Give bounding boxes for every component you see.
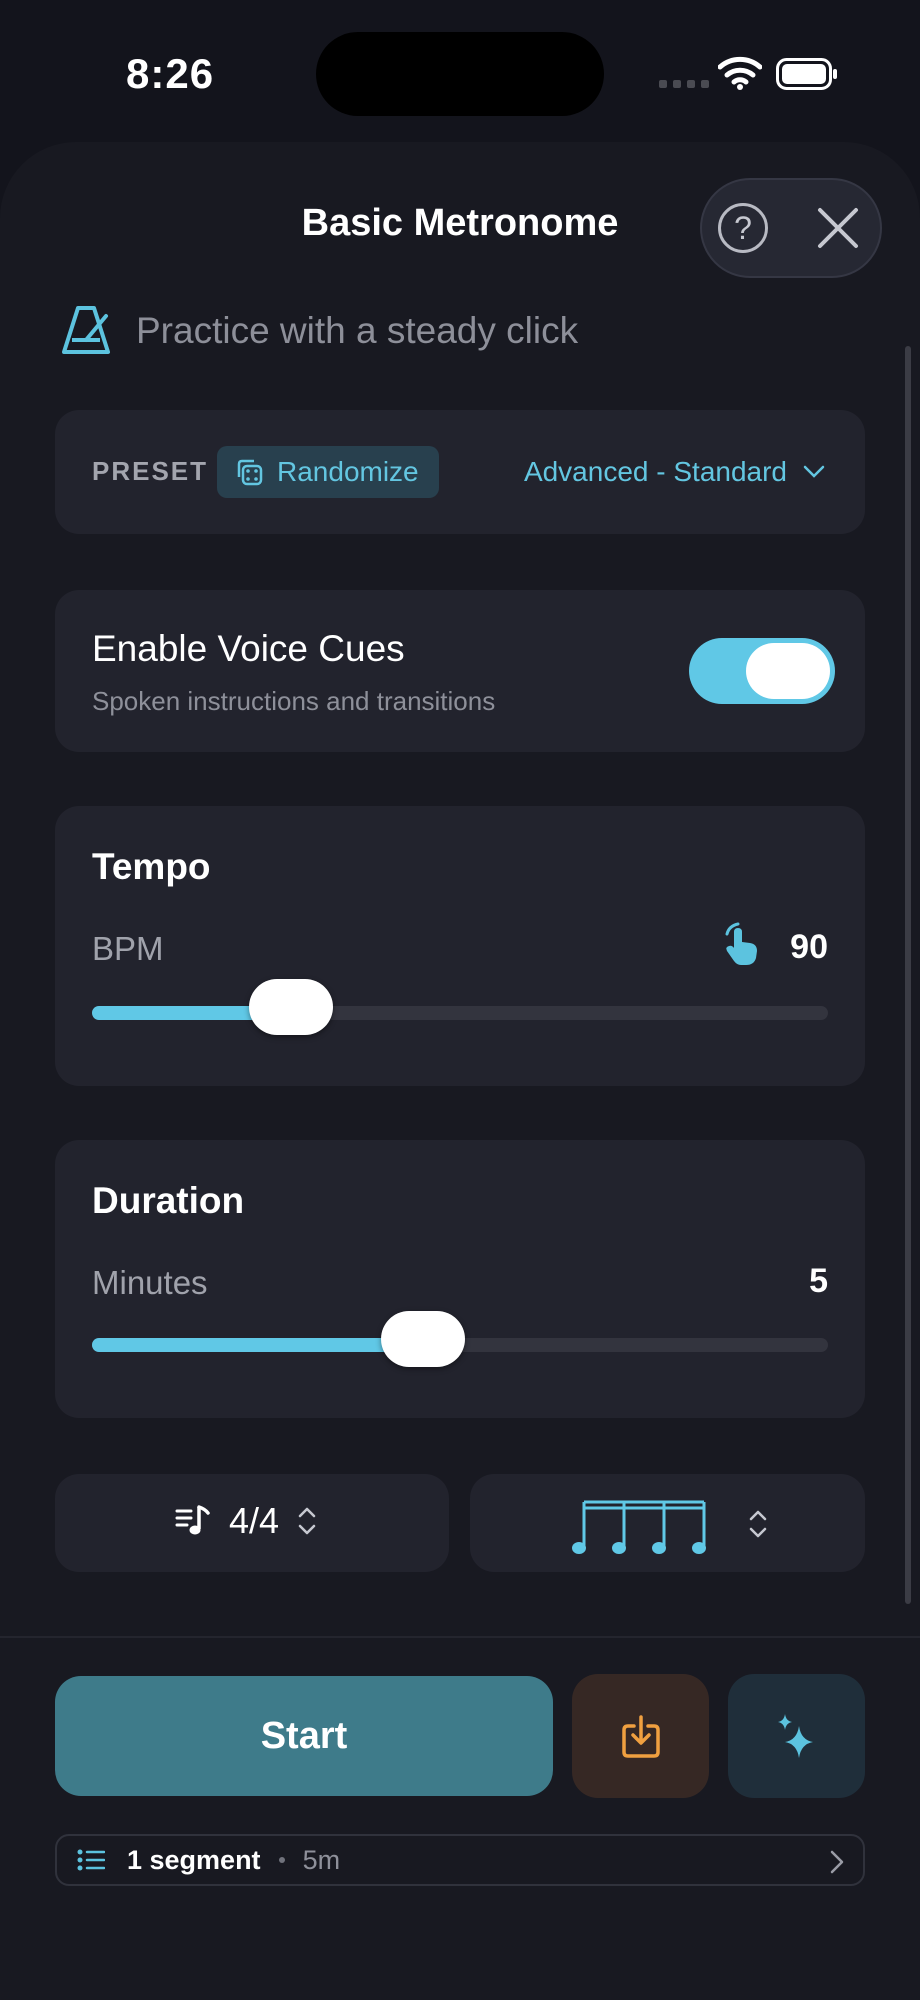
time-signature-picker[interactable]: 4/4 — [55, 1474, 449, 1572]
tempo-slider[interactable] — [92, 979, 828, 1035]
preset-label: PRESET — [92, 456, 209, 486]
page-subtitle: Practice with a steady click — [136, 310, 579, 351]
randomize-button[interactable]: Randomize — [217, 446, 439, 498]
up-down-chevron-icon — [749, 1510, 767, 1538]
wifi-icon — [718, 56, 762, 90]
toggle-knob — [746, 643, 830, 699]
preset-selected-value: Advanced - Standard — [523, 456, 787, 487]
voice-cues-card: Enable Voice Cues Spoken instructions an… — [55, 590, 865, 752]
tempo-slider-thumb[interactable] — [248, 979, 333, 1035]
duration-slider-fill — [92, 1338, 424, 1352]
segments-count: 1 segment — [127, 1844, 261, 1875]
download-tray-icon — [621, 1715, 660, 1758]
dice-icon — [237, 459, 263, 486]
chevron-right-icon — [830, 1850, 844, 1874]
tap-tempo-icon[interactable] — [719, 922, 765, 968]
segments-bar[interactable]: 1 segment 5m — [55, 1834, 865, 1886]
preset-dropdown[interactable]: Advanced - Standard — [524, 456, 825, 488]
status-time: 8:26 — [126, 50, 215, 97]
start-button[interactable]: Start — [55, 1676, 553, 1796]
chevron-down-icon — [803, 465, 825, 478]
subtitle-row: Practice with a steady click — [58, 302, 858, 366]
help-icon: ? — [734, 209, 752, 246]
magic-button[interactable] — [728, 1674, 865, 1798]
separator-dot — [278, 1857, 285, 1863]
battery-icon — [776, 58, 837, 90]
duration-card: Duration Minutes 5 — [55, 1140, 865, 1418]
cellular-signal-icon — [659, 80, 709, 88]
minutes-label: Minutes — [92, 1264, 208, 1301]
time-signature-value: 4/4 — [229, 1500, 280, 1541]
segments-duration: 5m — [302, 1844, 341, 1875]
bpm-value: 90 — [790, 928, 828, 966]
minutes-value: 5 — [809, 1262, 828, 1300]
status-bar: 8:26 — [0, 0, 920, 140]
bottom-divider — [0, 1636, 920, 1638]
screen: 8:26 Basic Metronome ? Practice with a s… — [0, 0, 920, 2000]
tempo-title: Tempo — [92, 846, 211, 887]
list-icon — [77, 1849, 105, 1871]
voice-cues-title: Enable Voice Cues — [92, 628, 405, 669]
music-list-icon — [175, 1505, 210, 1535]
four-sixteenth-notes-icon — [572, 1500, 706, 1554]
duration-slider[interactable] — [92, 1311, 828, 1367]
sparkles-icon — [777, 1714, 813, 1758]
duration-title: Duration — [92, 1180, 245, 1221]
bpm-label: BPM — [92, 930, 164, 967]
help-button[interactable]: ? — [718, 203, 768, 253]
subdivision-picker[interactable] — [470, 1474, 865, 1572]
voice-cues-toggle[interactable] — [689, 638, 835, 704]
duration-slider-thumb[interactable] — [381, 1311, 466, 1367]
dynamic-island — [316, 32, 604, 116]
tempo-card: Tempo BPM 90 — [55, 806, 865, 1086]
metronome-icon — [62, 306, 110, 354]
up-down-chevron-icon — [298, 1507, 316, 1535]
close-icon — [818, 208, 858, 248]
preset-card: PRESET Randomize Advanced - Standard — [55, 410, 865, 534]
header-actions: ? — [700, 178, 882, 278]
close-button[interactable] — [814, 204, 862, 252]
scrollbar[interactable] — [905, 346, 911, 1604]
voice-cues-description: Spoken instructions and transitions — [92, 686, 496, 716]
randomize-label: Randomize — [277, 456, 419, 487]
import-button[interactable] — [572, 1674, 709, 1798]
